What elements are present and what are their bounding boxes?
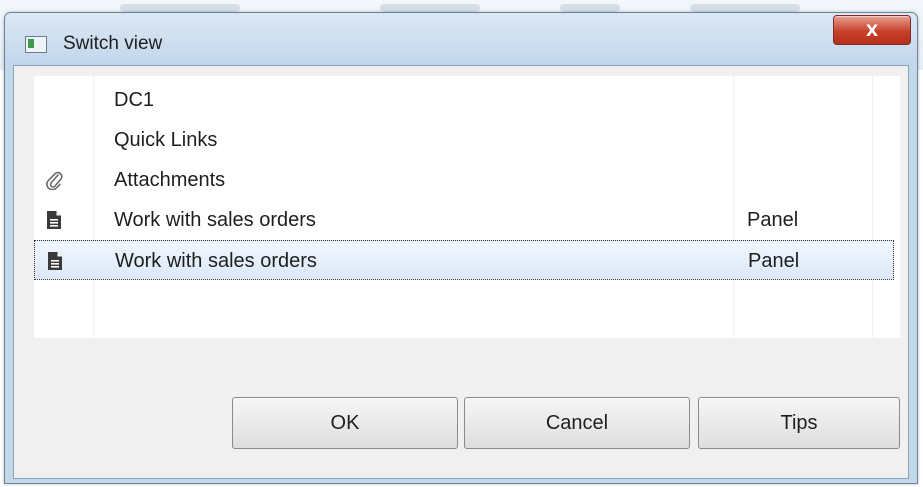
document-icon [45, 251, 65, 271]
list-item[interactable]: Quick Links [34, 120, 894, 160]
window-icon [25, 36, 47, 53]
list-item-name: Work with sales orders [114, 209, 316, 231]
background-text [380, 4, 480, 12]
list-item-type: Panel [748, 250, 800, 272]
list-item[interactable]: DC1 [34, 80, 894, 120]
window-title: Switch view [63, 33, 163, 54]
background-text [690, 4, 800, 12]
list-item-name: DC1 [114, 89, 155, 111]
list-item-selected[interactable]: Work with sales orders Panel [34, 240, 894, 280]
paperclip-icon [44, 170, 64, 190]
ok-button[interactable]: OK [232, 397, 458, 449]
list-item[interactable]: Attachments [34, 160, 894, 200]
list-item[interactable]: Work with sales orders Panel [34, 200, 894, 240]
list-item-type: Panel [747, 209, 799, 231]
background-text [120, 4, 240, 12]
list-item-name: Quick Links [114, 129, 218, 151]
document-icon [44, 210, 64, 230]
list-item-name: Attachments [114, 169, 226, 191]
list-item-name: Work with sales orders [115, 250, 317, 272]
dialog-body: DC1 Quick Links Attachments Work with sa… [13, 65, 909, 479]
title-bar[interactable]: Switch view X [5, 13, 917, 65]
background-text [560, 4, 620, 12]
switch-view-dialog: Switch view X DC1 Quick Links Attachment… [4, 12, 918, 484]
view-list[interactable]: DC1 Quick Links Attachments Work with sa… [34, 76, 900, 338]
tips-button[interactable]: Tips [698, 397, 900, 449]
close-button[interactable]: X [833, 15, 911, 45]
cancel-button[interactable]: Cancel [464, 397, 690, 449]
